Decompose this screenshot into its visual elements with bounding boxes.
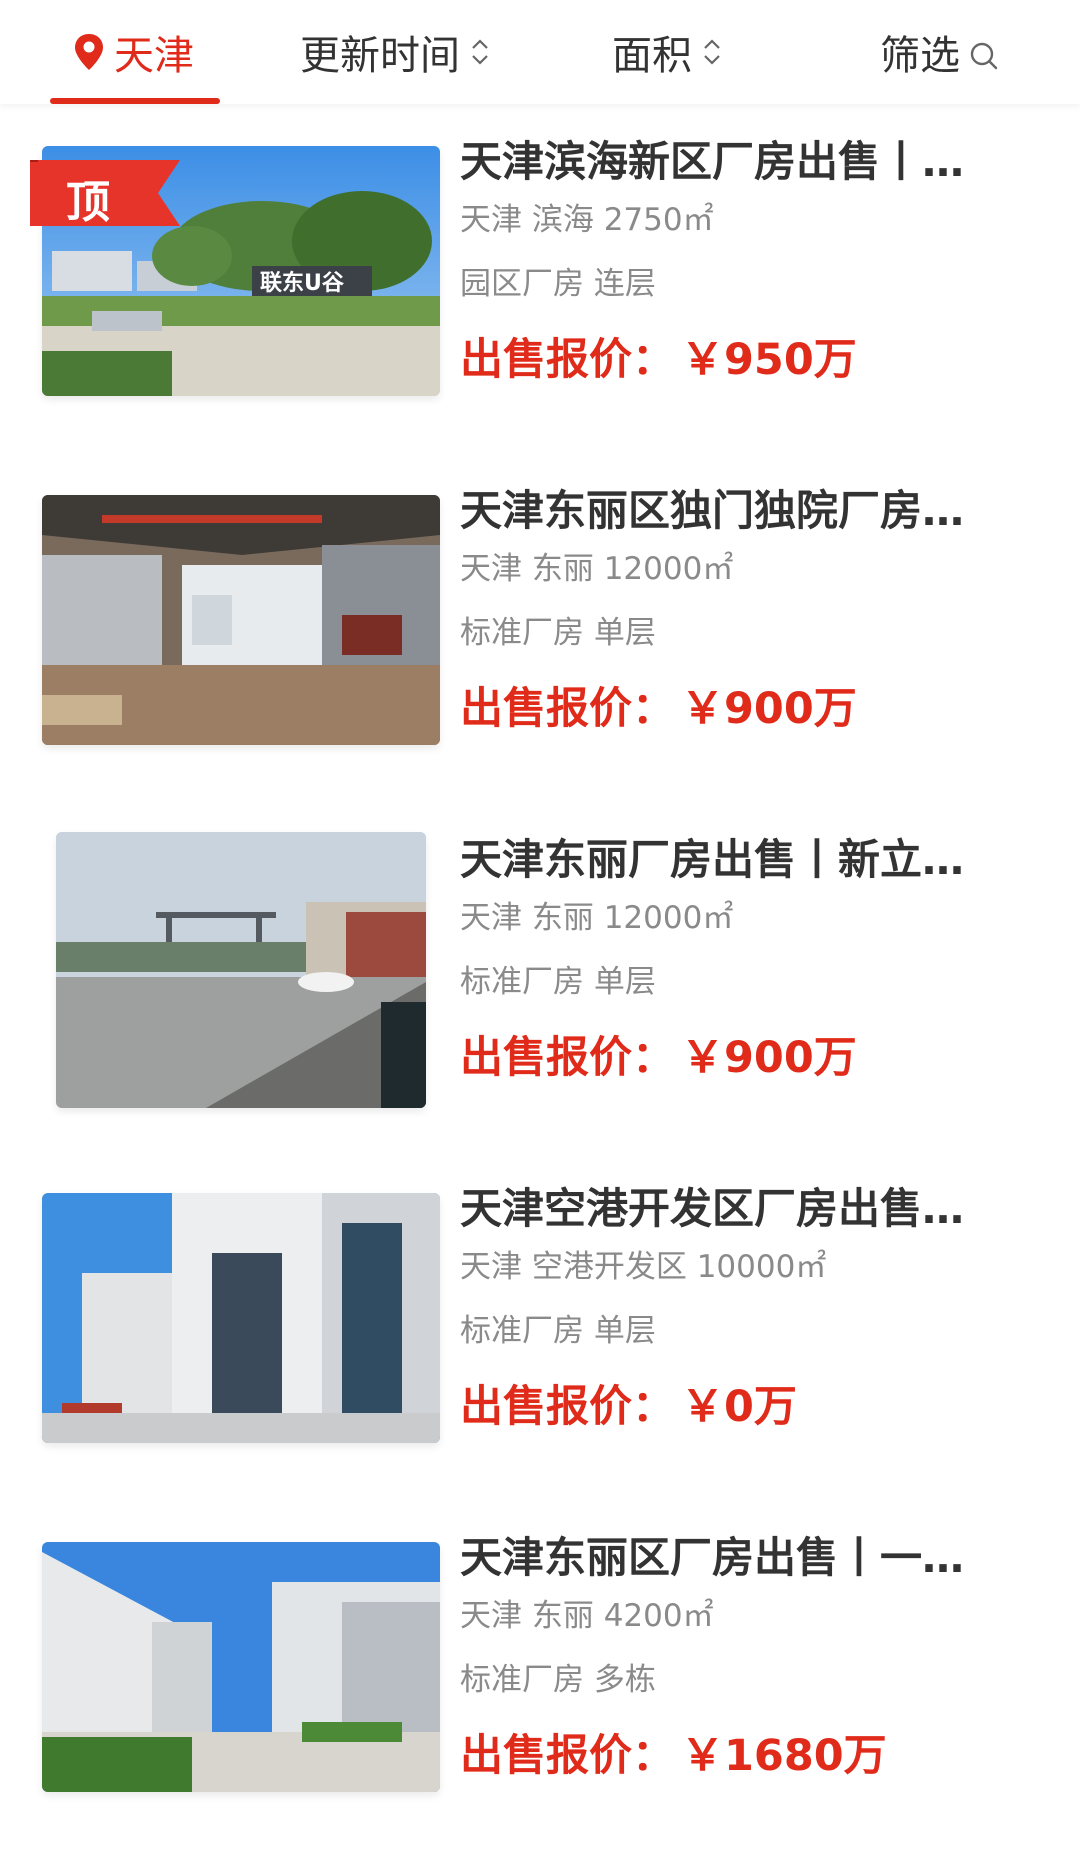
listing-location: 天津 空港开发区 10000㎡ [460, 1249, 827, 1285]
listing-price: 出售报价： ￥1680万 [460, 1728, 1020, 1784]
price-value: ￥900万 [681, 1033, 857, 1083]
price-label: 出售报价： [460, 335, 675, 385]
listing-info: 天津东丽区厂房出售丨一… 天津 东丽 4200㎡ 标准厂房 多栋 出售报价： ￥1… [460, 1530, 1020, 1784]
tab-filter-label: 筛选 [880, 33, 960, 79]
price-value: ￥900万 [681, 684, 857, 734]
listing-location: 天津 东丽 4200㎡ [460, 1598, 714, 1634]
listing-title[interactable]: 天津东丽区厂房出售丨一… [460, 1530, 1020, 1586]
price-label: 出售报价： [460, 1033, 675, 1083]
listing-location: 天津 东丽 12000㎡ [460, 551, 734, 587]
location-pin-icon [72, 32, 106, 72]
listing-title[interactable]: 天津东丽区独门独院厂房… [460, 483, 1020, 539]
filter-bar: 天津 更新时间 面积 筛选 [0, 0, 1080, 104]
listing-info: 天津空港开发区厂房出售… 天津 空港开发区 10000㎡ 标准厂房 单层 出售报… [460, 1181, 1020, 1435]
list-item[interactable]: 天津空港开发区厂房出售… 天津 空港开发区 10000㎡ 标准厂房 单层 出售报… [0, 1181, 1080, 1493]
listing-title[interactable]: 天津滨海新区厂房出售丨… [460, 134, 1020, 190]
listing-title[interactable]: 天津空港开发区厂房出售… [460, 1181, 1020, 1237]
list-item[interactable]: 天津东丽区厂房出售丨一… 天津 东丽 4200㎡ 标准厂房 多栋 出售报价： ￥1… [0, 1530, 1080, 1842]
tab-sort-update-time[interactable]: 更新时间 [300, 0, 492, 104]
listing-location: 天津 滨海 2750㎡ [460, 202, 714, 238]
sort-updown-icon [700, 32, 724, 72]
tab-sort-area[interactable]: 面积 [612, 0, 724, 104]
list-item[interactable]: 天津东丽厂房出售丨新立… 天津 东丽 12000㎡ 标准厂房 单层 出售报价： ￥… [0, 832, 1080, 1144]
listing-location: 天津 东丽 12000㎡ [460, 900, 734, 936]
listing-type: 园区厂房 连层 [460, 266, 656, 302]
listing-type: 标准厂房 单层 [460, 615, 656, 651]
pinned-top-label: 顶 [66, 177, 110, 228]
listing-photo[interactable] [42, 1193, 440, 1443]
listing-title[interactable]: 天津东丽厂房出售丨新立… [460, 832, 1020, 888]
listing-photo[interactable] [42, 1542, 440, 1792]
listing-price: 出售报价： ￥950万 [460, 332, 1020, 388]
price-value: ￥0万 [681, 1382, 797, 1432]
listing-info: 天津东丽区独门独院厂房… 天津 东丽 12000㎡ 标准厂房 单层 出售报价： ￥… [460, 483, 1020, 737]
listing-type: 标准厂房 多栋 [460, 1662, 656, 1698]
list-item[interactable]: 联东U谷 顶 天津滨海新区厂房出售丨… 天津 滨海 2750㎡ 园区厂房 连层 … [0, 134, 1080, 446]
price-value: ￥950万 [681, 335, 857, 385]
price-label: 出售报价： [460, 684, 675, 734]
active-tab-underline [50, 98, 220, 104]
tab-filter[interactable]: 筛选 [880, 0, 1000, 104]
tab-sort-update-time-label: 更新时间 [300, 33, 460, 79]
list-item[interactable]: 天津东丽区独门独院厂房… 天津 东丽 12000㎡ 标准厂房 单层 出售报价： ￥… [0, 483, 1080, 795]
pinned-top-badge: 顶 [30, 160, 180, 228]
listing-info: 天津滨海新区厂房出售丨… 天津 滨海 2750㎡ 园区厂房 连层 出售报价： ￥9… [460, 134, 1020, 388]
listing-price: 出售报价： ￥0万 [460, 1379, 1020, 1435]
listing-info: 天津东丽厂房出售丨新立… 天津 东丽 12000㎡ 标准厂房 单层 出售报价： ￥… [460, 832, 1020, 1086]
listing-type: 标准厂房 单层 [460, 1313, 656, 1349]
svg-text:联东U谷: 联东U谷 [260, 270, 345, 296]
tab-sort-area-label: 面积 [612, 33, 692, 79]
listing-type: 标准厂房 单层 [460, 964, 656, 1000]
price-value: ￥1680万 [681, 1731, 887, 1781]
price-label: 出售报价： [460, 1731, 675, 1781]
listing-photo[interactable] [56, 832, 426, 1108]
listing-photo[interactable] [42, 495, 440, 745]
sort-updown-icon [468, 32, 492, 72]
tab-city[interactable]: 天津 [72, 0, 194, 104]
price-label: 出售报价： [460, 1382, 675, 1432]
search-icon [968, 36, 1000, 70]
tab-city-label: 天津 [114, 33, 194, 79]
listing-price: 出售报价： ￥900万 [460, 1030, 1020, 1086]
listing-price: 出售报价： ￥900万 [460, 681, 1020, 737]
